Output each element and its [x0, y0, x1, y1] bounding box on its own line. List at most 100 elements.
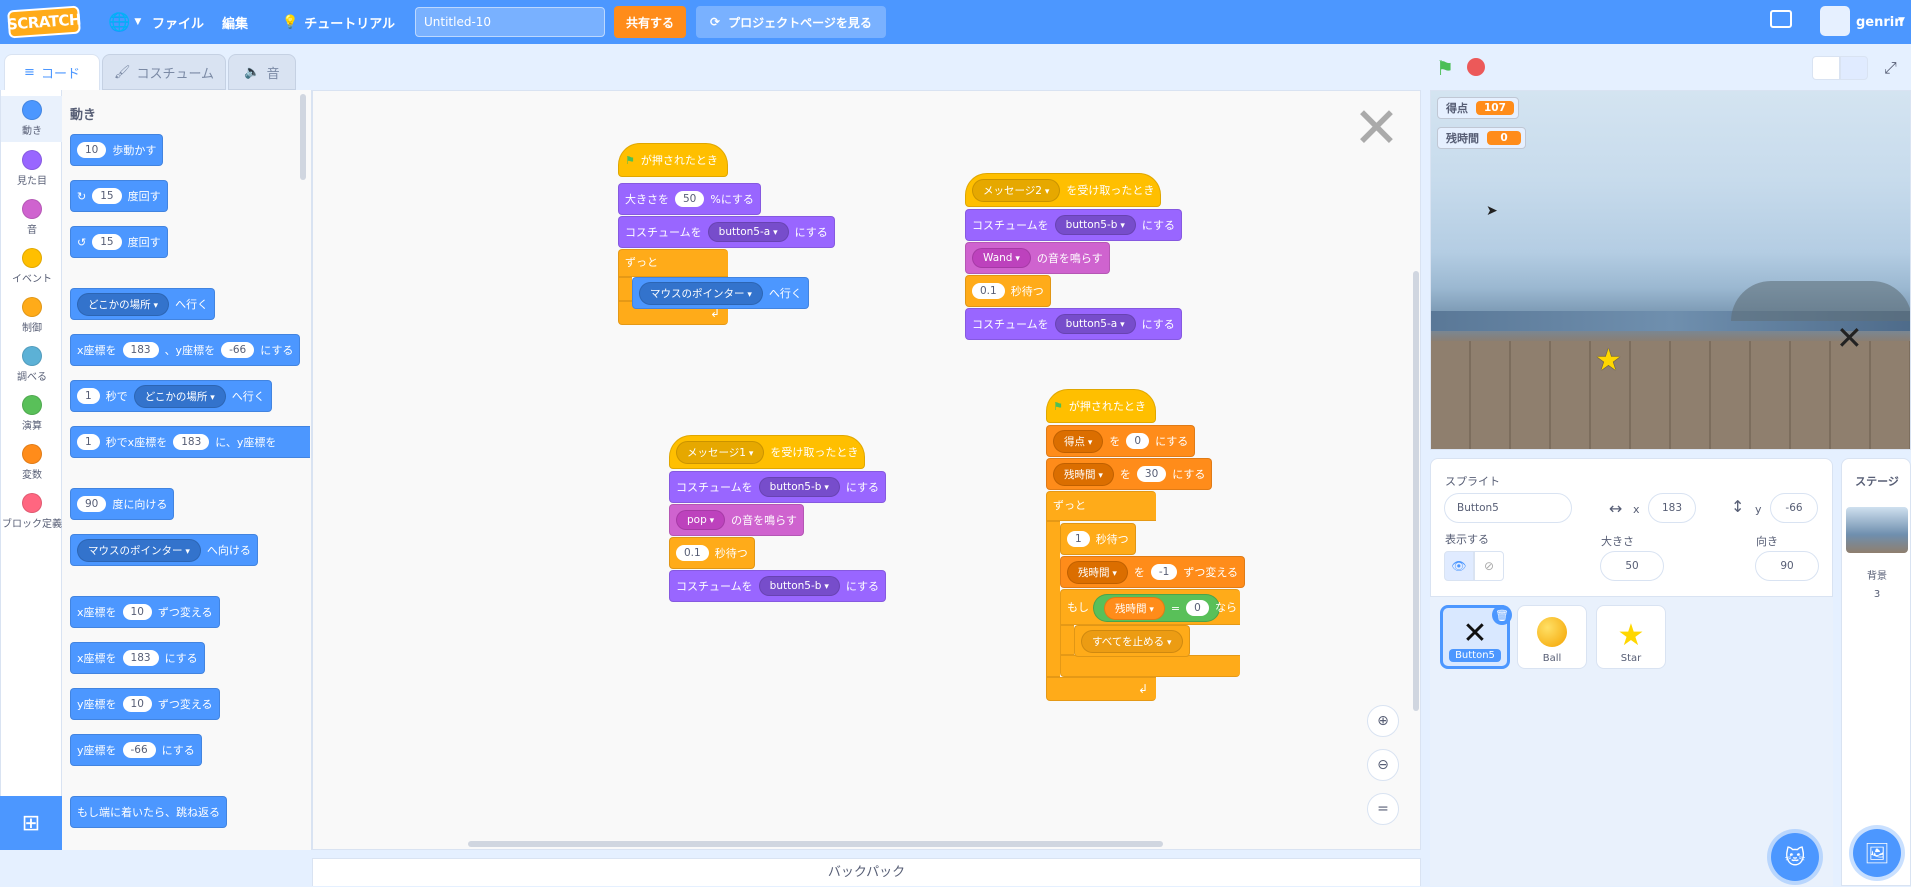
backpack-header[interactable]: バックパック — [312, 858, 1421, 886]
block-switch-costume[interactable]: コスチュームを button5-b にする — [669, 471, 886, 503]
block-dropdown[interactable]: button5-b — [1054, 215, 1136, 235]
block-change-y[interactable]: y座標を 10 ずつ変える — [70, 688, 220, 720]
block-dropdown[interactable]: メッセージ2 — [972, 178, 1061, 202]
project-title-input[interactable]: Untitled-10 — [415, 7, 605, 37]
block-switch-costume[interactable]: コスチュームを button5-a にする — [618, 216, 835, 248]
edit-menu[interactable]: 編集 — [210, 0, 260, 44]
category-sensing[interactable]: 調べる — [1, 342, 63, 383]
block-input[interactable]: 10 — [122, 696, 152, 712]
block-start-sound[interactable]: Wand の音を鳴らす — [965, 242, 1110, 274]
category-motion[interactable]: 動き — [1, 96, 63, 142]
block-dropdown[interactable]: すべてを止める — [1081, 629, 1183, 653]
button5-sprite[interactable]: ✕ — [1836, 319, 1863, 357]
block-dropdown[interactable]: button5-b — [758, 477, 840, 497]
block-dropdown[interactable]: マウスのポインター — [77, 538, 201, 562]
block-set-size[interactable]: 大きさを 50 %にする — [618, 183, 761, 215]
green-flag-button[interactable]: ⚑ — [1436, 56, 1454, 80]
block-point-direction[interactable]: 90 度に向ける — [70, 488, 175, 520]
share-button[interactable]: 共有する — [614, 6, 687, 38]
block-dropdown[interactable]: 残時間 — [1053, 462, 1114, 486]
variable-monitor-time[interactable]: 残時間 0 — [1437, 127, 1526, 149]
block-when-flag-clicked[interactable]: ⚑ が押されたとき — [1046, 389, 1156, 423]
block-turn-right[interactable]: ↻ 15 度回す — [70, 180, 168, 212]
block-input[interactable]: 1 — [77, 434, 100, 450]
block-input[interactable]: -66 — [221, 342, 255, 358]
block-move-steps[interactable]: 10 歩動かす — [70, 134, 164, 166]
sprite-direction-input[interactable]: 90 — [1755, 551, 1819, 581]
block-input[interactable]: 10 — [77, 142, 107, 158]
category-variables[interactable]: 変数 — [1, 440, 63, 481]
sprite-y-input[interactable]: -66 — [1770, 493, 1818, 523]
sprite-size-input[interactable]: 50 — [1600, 551, 1664, 581]
block-dropdown[interactable]: pop — [676, 510, 726, 530]
delete-sprite-button[interactable]: 🗑 — [1492, 605, 1512, 625]
block-input[interactable]: 183 — [173, 434, 210, 450]
block-set-x[interactable]: x座標を 183 にする — [70, 642, 205, 674]
block-switch-costume[interactable]: コスチュームを button5-b にする — [669, 570, 886, 602]
block-goto-pointer[interactable]: マウスのポインターへ行く — [632, 277, 809, 309]
variable-monitor-score[interactable]: 得点 107 — [1437, 97, 1519, 119]
zoom-in-button[interactable]: ⊕ — [1367, 705, 1399, 737]
category-looks[interactable]: 見た目 — [1, 146, 63, 187]
file-menu[interactable]: ファイル — [140, 0, 216, 44]
avatar[interactable] — [1820, 6, 1850, 36]
category-operators[interactable]: 演算 — [1, 391, 63, 432]
block-input[interactable]: 0.1 — [972, 283, 1005, 299]
small-stage-button[interactable] — [1812, 56, 1840, 80]
workspace-vertical-scrollbar[interactable] — [1413, 271, 1419, 711]
block-wait[interactable]: 1 秒待つ — [1060, 523, 1136, 555]
block-start-sound[interactable]: pop の音を鳴らす — [669, 504, 804, 536]
zoom-reset-button[interactable]: = — [1367, 793, 1399, 825]
tutorial-menu[interactable]: 💡 チュートリアル — [270, 0, 407, 44]
block-equals[interactable]: 残時間 = 0 — [1093, 594, 1220, 622]
hide-sprite-button[interactable]: ⊘ — [1474, 551, 1504, 581]
block-goto[interactable]: どこかの場所へ行く — [70, 288, 216, 320]
block-input[interactable]: 183 — [122, 342, 159, 358]
block-set-y[interactable]: y座標を -66 にする — [70, 734, 202, 766]
sprite-thumb-star[interactable]: ★ Star — [1596, 605, 1666, 669]
block-input[interactable]: 0 — [1186, 600, 1209, 616]
block-dropdown[interactable]: Wand — [972, 248, 1031, 268]
palette-scrollbar[interactable] — [300, 94, 306, 180]
block-dropdown[interactable]: button5-a — [1054, 314, 1136, 334]
block-when-receive[interactable]: メッセージ1 を受け取ったとき — [669, 435, 866, 469]
block-set-variable[interactable]: 残時間を 30 にする — [1046, 458, 1213, 490]
block-input[interactable]: 0.1 — [676, 545, 709, 561]
block-dropdown[interactable]: button5-a — [707, 222, 789, 242]
my-stuff-folder-icon[interactable] — [1770, 10, 1792, 28]
show-sprite-button[interactable]: 👁 — [1444, 551, 1474, 581]
block-goto-xy[interactable]: x座標を 183 、y座標を -66 にする — [70, 334, 301, 366]
scratch-logo[interactable]: SCRATCH — [6, 5, 82, 39]
block-stop[interactable]: すべてを止める — [1074, 625, 1190, 657]
workspace-horizontal-scrollbar[interactable] — [468, 841, 1163, 847]
block-dropdown[interactable]: どこかの場所 — [133, 384, 226, 408]
block-input[interactable]: 90 — [77, 496, 107, 512]
block-dropdown[interactable]: 得点 — [1053, 429, 1104, 453]
choose-sprite-button[interactable]: 🐱 — [1771, 833, 1819, 881]
block-change-x[interactable]: x座標を 10 ずつ変える — [70, 596, 220, 628]
block-input[interactable]: 0 — [1126, 433, 1150, 449]
large-stage-button[interactable] — [1840, 56, 1868, 80]
block-dropdown[interactable]: マウスのポインター — [639, 281, 763, 305]
choose-backdrop-button[interactable]: 🖼 — [1853, 829, 1901, 877]
block-set-variable[interactable]: 得点を0 にする — [1046, 425, 1196, 457]
sprite-thumb-ball[interactable]: Ball — [1517, 605, 1587, 669]
category-events[interactable]: イベント — [1, 244, 63, 285]
fullscreen-icon[interactable]: ⤢ — [1884, 58, 1897, 78]
stage-selector[interactable]: ステージ 背景 3 🖼 — [1841, 458, 1911, 886]
block-point-towards[interactable]: マウスのポインターへ向ける — [70, 534, 258, 566]
block-input[interactable]: 10 — [122, 604, 152, 620]
block-dropdown[interactable]: どこかの場所 — [77, 292, 170, 316]
block-input[interactable]: 15 — [92, 188, 122, 204]
block-input[interactable]: -66 — [122, 742, 156, 758]
block-switch-costume[interactable]: コスチュームを button5-a にする — [965, 308, 1182, 340]
code-workspace[interactable]: ⚑が押されたとき 大きさを50%にする コスチュームをbutton5-aにする … — [312, 90, 1421, 850]
block-wait[interactable]: 0.1 秒待つ — [965, 275, 1051, 307]
block-input[interactable]: 183 — [122, 650, 159, 666]
block-when-flag-clicked[interactable]: ⚑ が押されたとき — [618, 143, 728, 177]
sprite-x-input[interactable]: 183 — [1648, 493, 1696, 523]
category-my-blocks[interactable]: ブロック定義 — [1, 489, 63, 530]
backdrop-thumbnail[interactable] — [1846, 507, 1908, 553]
block-input[interactable]: 30 — [1136, 466, 1167, 482]
star-sprite[interactable]: ★ — [1595, 343, 1622, 378]
